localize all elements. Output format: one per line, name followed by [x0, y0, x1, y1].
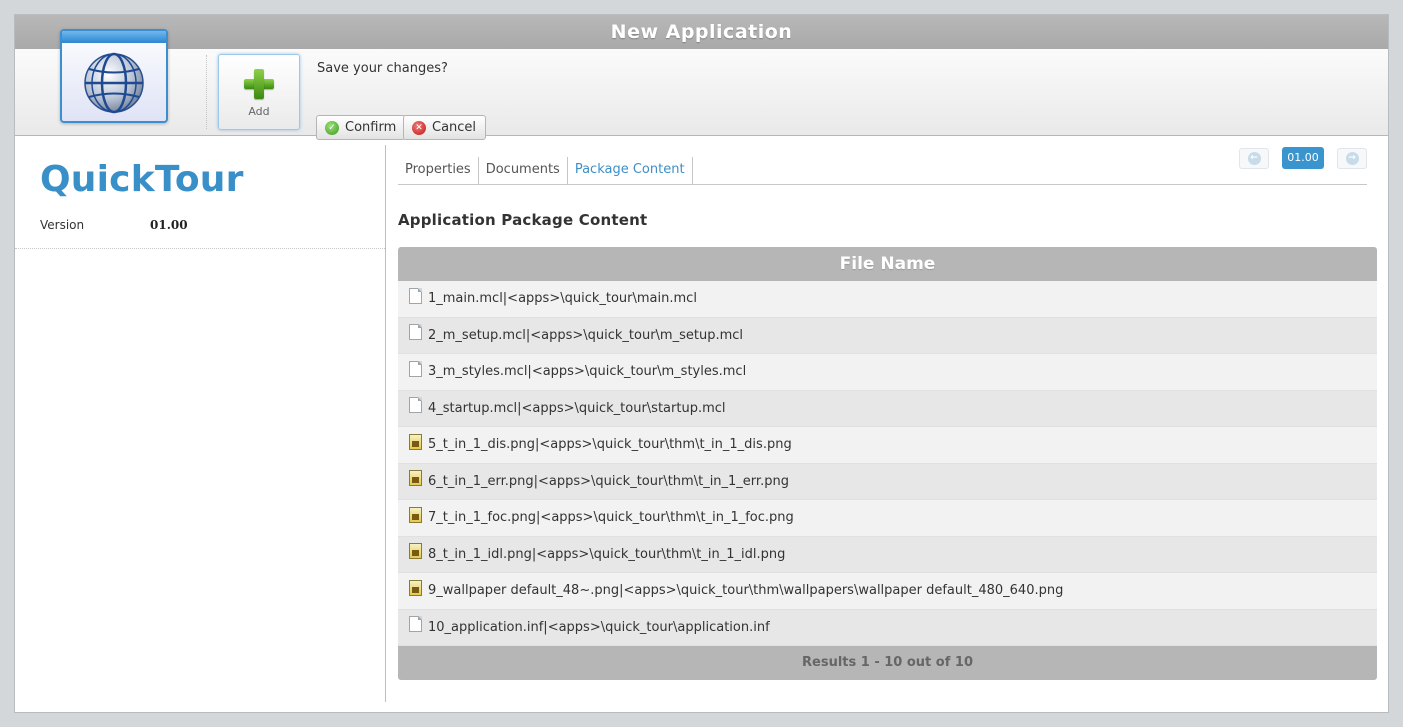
image-file-icon — [409, 433, 422, 450]
document-file-icon — [409, 324, 422, 341]
section-title: Application Package Content — [398, 211, 648, 229]
column-header-file-name[interactable]: File Name — [398, 247, 1377, 281]
prev-version-button[interactable]: ← — [1239, 147, 1269, 169]
add-button[interactable]: Add — [218, 54, 300, 130]
file-name: 8_t_in_1_idl.png|<apps>\quick_tour\thm\t… — [428, 546, 786, 562]
table-row[interactable]: 6_t_in_1_err.png|<apps>\quick_tour\thm\t… — [398, 463, 1377, 500]
content-area: QuickTour Version 01.00 Properties Docum… — [15, 137, 1388, 712]
version-label: Version — [40, 218, 85, 232]
package-content-table: File Name 1_main.mcl|<apps>\quick_tour\m… — [398, 247, 1377, 680]
version-pager: ← 01.00 → — [1239, 147, 1367, 169]
arrow-left-circle-icon: ← — [1247, 151, 1261, 165]
document-file-icon — [409, 397, 422, 414]
version-value: 01.00 — [150, 218, 188, 232]
table-row[interactable]: 1_main.mcl|<apps>\quick_tour\main.mcl — [398, 281, 1377, 318]
table-body: 1_main.mcl|<apps>\quick_tour\main.mcl 2_m… — [398, 281, 1377, 646]
table-row[interactable]: 4_startup.mcl|<apps>\quick_tour\startup.… — [398, 390, 1377, 427]
divider — [15, 248, 385, 249]
image-file-icon — [409, 543, 422, 560]
image-file-icon — [409, 579, 422, 596]
toolbar: Add Save your changes? ✓ Confirm ✕ Cance… — [15, 29, 1388, 140]
image-file-icon — [409, 506, 422, 523]
tab-properties[interactable]: Properties — [398, 157, 479, 184]
app-summary-panel: QuickTour Version 01.00 — [15, 137, 385, 712]
file-name: 2_m_setup.mcl|<apps>\quick_tour\m_setup.… — [428, 327, 744, 343]
save-prompt: Save your changes? — [317, 61, 448, 76]
image-file-icon — [409, 470, 422, 487]
confirm-label: Confirm — [345, 120, 397, 135]
globe-window-icon — [60, 29, 168, 123]
file-name: 9_wallpaper default_48~.png|<apps>\quick… — [428, 583, 1064, 599]
toolbar-separator — [206, 55, 207, 129]
table-row[interactable]: 10_application.inf|<apps>\quick_tour\app… — [398, 609, 1377, 646]
file-name: 4_startup.mcl|<apps>\quick_tour\startup.… — [428, 400, 726, 416]
next-version-button[interactable]: → — [1337, 147, 1367, 169]
app-name: QuickTour — [40, 159, 244, 200]
details-panel: Properties Documents Package Content ← 0… — [398, 137, 1377, 712]
results-summary: Results 1 - 10 out of 10 — [398, 646, 1377, 680]
window-title: New Application — [15, 15, 1388, 49]
table-row[interactable]: 9_wallpaper default_48~.png|<apps>\quick… — [398, 573, 1377, 610]
file-name: 1_main.mcl|<apps>\quick_tour\main.mcl — [428, 291, 697, 307]
cancel-label: Cancel — [432, 120, 477, 135]
application-window: New Application Add Save your changes? ✓… — [14, 14, 1389, 713]
table-row[interactable]: 2_m_setup.mcl|<apps>\quick_tour\m_setup.… — [398, 317, 1377, 354]
table-row[interactable]: 8_t_in_1_idl.png|<apps>\quick_tour\thm\t… — [398, 536, 1377, 573]
file-name: 3_m_styles.mcl|<apps>\quick_tour\m_style… — [428, 364, 747, 380]
file-name: 5_t_in_1_dis.png|<apps>\quick_tour\thm\t… — [428, 437, 792, 453]
document-file-icon — [409, 360, 422, 377]
tab-bar: Properties Documents Package Content — [398, 157, 693, 184]
arrow-right-circle-icon: → — [1345, 151, 1359, 165]
tab-documents[interactable]: Documents — [479, 157, 568, 184]
tab-underline — [398, 184, 1367, 185]
current-version-badge[interactable]: 01.00 — [1282, 147, 1324, 169]
file-name: 7_t_in_1_foc.png|<apps>\quick_tour\thm\t… — [428, 510, 794, 526]
plus-icon — [244, 69, 274, 99]
table-row[interactable]: 3_m_styles.mcl|<apps>\quick_tour\m_style… — [398, 354, 1377, 391]
document-file-icon — [409, 287, 422, 304]
table-row[interactable]: 5_t_in_1_dis.png|<apps>\quick_tour\thm\t… — [398, 427, 1377, 464]
file-name: 6_t_in_1_err.png|<apps>\quick_tour\thm\t… — [428, 473, 789, 489]
panel-divider — [385, 145, 386, 702]
file-name: 10_application.inf|<apps>\quick_tour\app… — [428, 619, 770, 635]
tab-package-content[interactable]: Package Content — [568, 157, 693, 184]
document-file-icon — [409, 616, 422, 633]
x-circle-icon: ✕ — [412, 120, 426, 135]
check-circle-icon: ✓ — [325, 120, 339, 135]
table-row[interactable]: 7_t_in_1_foc.png|<apps>\quick_tour\thm\t… — [398, 500, 1377, 537]
add-label: Add — [248, 105, 270, 118]
